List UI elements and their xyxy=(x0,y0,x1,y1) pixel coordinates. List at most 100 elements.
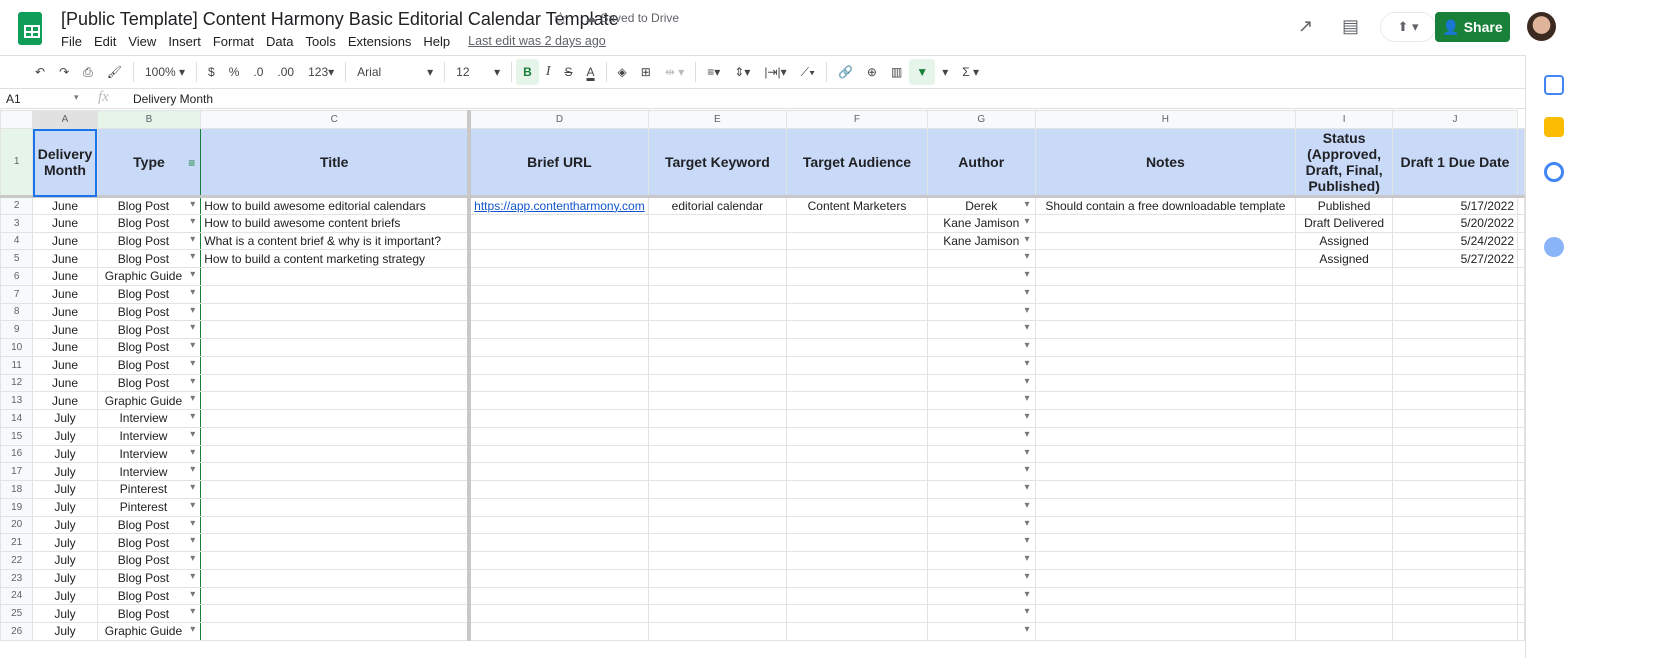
cell-j[interactable]: 5/24/2022 xyxy=(1391,231,1519,251)
header-cell[interactable] xyxy=(1517,128,1525,198)
keep-icon[interactable] xyxy=(1544,117,1564,137)
cell-b[interactable]: Interview xyxy=(96,426,202,446)
header-cell[interactable]: Draft 1 Due Date xyxy=(1391,128,1519,198)
cell-b[interactable]: Blog Post xyxy=(96,355,202,375)
cell-i[interactable] xyxy=(1295,302,1393,322)
cell-b[interactable]: Blog Post xyxy=(96,586,202,606)
cell-h[interactable] xyxy=(1034,497,1297,517)
cell-h[interactable] xyxy=(1034,213,1297,233)
row-number[interactable]: 8 xyxy=(0,302,34,322)
cell-j[interactable] xyxy=(1391,568,1519,588)
cell-c[interactable]: How to build awesome content briefs xyxy=(200,213,472,233)
document-title[interactable]: [Public Template] Content Harmony Basic … xyxy=(61,9,619,30)
cell-g[interactable] xyxy=(926,320,1036,339)
cell-g[interactable] xyxy=(926,284,1036,304)
cell-b[interactable]: Blog Post xyxy=(96,284,202,304)
cell-e[interactable] xyxy=(647,515,788,535)
cell-j[interactable] xyxy=(1391,462,1519,481)
select-all-corner[interactable] xyxy=(0,110,34,129)
cell-g[interactable] xyxy=(926,249,1036,268)
cell-k[interactable] xyxy=(1517,249,1525,268)
menu-view[interactable]: View xyxy=(128,34,156,49)
cell-k[interactable] xyxy=(1517,391,1525,410)
row-number[interactable]: 3 xyxy=(0,213,34,233)
cell-f[interactable] xyxy=(786,249,928,268)
cell-g[interactable] xyxy=(926,568,1036,588)
cell-i[interactable] xyxy=(1295,604,1393,623)
cell-b[interactable]: Blog Post xyxy=(96,231,202,251)
cell-i[interactable] xyxy=(1295,267,1393,286)
cell-d[interactable] xyxy=(468,515,649,535)
row-number[interactable]: 18 xyxy=(0,480,34,499)
cell-b[interactable]: Graphic Guide xyxy=(96,622,202,641)
cell-c[interactable] xyxy=(200,373,472,393)
cell-k[interactable] xyxy=(1517,568,1525,588)
borders-icon[interactable]: ⊞ xyxy=(634,59,658,85)
cell-h[interactable] xyxy=(1034,231,1297,251)
cell-d[interactable] xyxy=(468,338,649,357)
cell-j[interactable]: 5/27/2022 xyxy=(1391,249,1519,268)
cell-c[interactable]: How to build awesome editorial calendars xyxy=(200,196,472,215)
cell-c[interactable] xyxy=(200,568,472,588)
cell-k[interactable] xyxy=(1517,196,1525,215)
cell-b[interactable]: Interview xyxy=(96,409,202,428)
row-number[interactable]: 7 xyxy=(0,284,34,304)
cell-d[interactable] xyxy=(468,480,649,499)
cell-f[interactable] xyxy=(786,302,928,322)
zoom-select[interactable]: 100% ▾ xyxy=(138,59,192,85)
cell-a[interactable]: July xyxy=(32,551,98,570)
cell-a[interactable]: June xyxy=(32,249,98,268)
cell-k[interactable] xyxy=(1517,355,1525,375)
cell-a[interactable]: June xyxy=(32,391,98,410)
cell-d[interactable] xyxy=(468,497,649,517)
cell-a[interactable]: June xyxy=(32,196,98,215)
cell-d[interactable] xyxy=(468,533,649,552)
cell-d[interactable] xyxy=(468,320,649,339)
cell-i[interactable] xyxy=(1295,586,1393,606)
cell-j[interactable] xyxy=(1391,409,1519,428)
cell-g[interactable] xyxy=(926,604,1036,623)
cell-d[interactable] xyxy=(468,622,649,641)
cell-h[interactable] xyxy=(1034,515,1297,535)
cell-a[interactable]: July xyxy=(32,515,98,535)
cell-k[interactable] xyxy=(1517,480,1525,499)
cell-k[interactable] xyxy=(1517,267,1525,286)
cell-j[interactable] xyxy=(1391,515,1519,535)
row-number[interactable]: 15 xyxy=(0,426,34,446)
row-number[interactable]: 10 xyxy=(0,338,34,357)
cell-f[interactable] xyxy=(786,213,928,233)
column-header-c[interactable]: C xyxy=(200,110,472,129)
filter-icon[interactable]: ▼ xyxy=(909,59,936,85)
cell-f[interactable] xyxy=(786,533,928,552)
cell-i[interactable]: Assigned xyxy=(1295,231,1393,251)
row-number[interactable]: 20 xyxy=(0,515,34,535)
paint-format-icon[interactable]: 🖌 xyxy=(100,59,129,85)
menu-insert[interactable]: Insert xyxy=(168,34,201,49)
cell-a[interactable]: June xyxy=(32,355,98,375)
cell-k[interactable] xyxy=(1517,231,1525,251)
column-header-g[interactable]: G xyxy=(926,110,1036,129)
cell-h[interactable] xyxy=(1034,284,1297,304)
cell-j[interactable] xyxy=(1391,480,1519,499)
cell-j[interactable] xyxy=(1391,533,1519,552)
cell-c[interactable] xyxy=(200,622,472,641)
cell-e[interactable] xyxy=(647,355,788,375)
cell-d[interactable] xyxy=(468,462,649,481)
column-header-b[interactable]: B xyxy=(96,110,202,129)
cell-i[interactable] xyxy=(1295,284,1393,304)
cell-d[interactable] xyxy=(468,355,649,375)
horizontal-align-icon[interactable]: ≡▾ xyxy=(700,59,727,85)
cell-f[interactable] xyxy=(786,409,928,428)
row-number[interactable]: 24 xyxy=(0,586,34,606)
cell-i[interactable] xyxy=(1295,444,1393,464)
cell-f[interactable] xyxy=(786,267,928,286)
cell-a[interactable]: June xyxy=(32,338,98,357)
bold-button[interactable]: B xyxy=(516,59,539,85)
cell-k[interactable] xyxy=(1517,444,1525,464)
cell-j[interactable] xyxy=(1391,604,1519,623)
cell-i[interactable] xyxy=(1295,409,1393,428)
decrease-decimal-button[interactable]: .0 xyxy=(246,59,270,85)
avatar[interactable] xyxy=(1527,12,1556,41)
cell-h[interactable] xyxy=(1034,551,1297,570)
cell-b[interactable]: Blog Post xyxy=(96,249,202,268)
